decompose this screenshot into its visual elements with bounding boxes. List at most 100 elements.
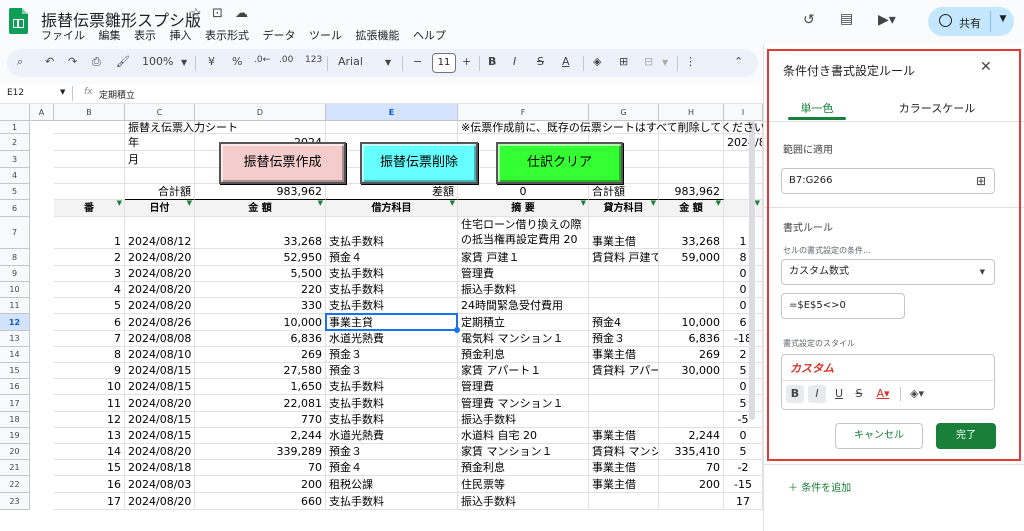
cell[interactable] (54, 184, 125, 200)
table-cell[interactable]: 管理費 (458, 379, 589, 395)
row-header-5[interactable]: 5 (0, 184, 30, 200)
table-cell[interactable]: 22,081 (195, 395, 326, 412)
table-cell[interactable]: 2024/08/10 (125, 347, 195, 363)
cell[interactable] (659, 151, 724, 168)
underline-icon[interactable]: U (830, 385, 848, 403)
column-header-h[interactable]: H (659, 104, 724, 121)
table-cell[interactable]: 13 (54, 428, 125, 444)
table-cell[interactable]: 11 (54, 395, 125, 412)
table-cell[interactable]: 335,410 (659, 444, 724, 460)
cancel-button[interactable]: キャンセル (835, 423, 923, 449)
menu-insert[interactable]: 挿入 (170, 29, 192, 42)
table-cell[interactable]: 2024/08/08 (125, 331, 195, 347)
font-size-input[interactable]: 11 (432, 53, 456, 73)
row-header-12[interactable]: 12 (0, 314, 30, 331)
tab-single-color[interactable]: 単一色 (788, 100, 846, 116)
currency-format[interactable]: ¥ (208, 55, 215, 68)
table-cell[interactable]: 管理費 (458, 266, 589, 282)
table-cell[interactable]: 30,000 (659, 363, 724, 379)
merge-cells-icon[interactable]: ⊟ (644, 55, 653, 68)
row-header-19[interactable]: 19 (0, 428, 30, 444)
table-cell[interactable]: 17 (54, 493, 125, 510)
table-cell[interactable]: 2024/08/20 (125, 298, 195, 314)
table-cell[interactable]: 支払手数料 (326, 379, 458, 395)
share-button[interactable]: 共有 ▼ (928, 7, 1014, 36)
condition-select[interactable]: カスタム数式 ▼ (781, 259, 995, 285)
table-cell[interactable]: 賃貸料 アパート１ (589, 363, 659, 379)
font-dropdown-icon[interactable]: ▼ (385, 58, 391, 67)
table-cell[interactable]: 269 (659, 347, 724, 363)
table-cell[interactable]: 預金４ (326, 460, 458, 476)
cell[interactable]: 年 (125, 134, 195, 151)
menu-edit[interactable]: 編集 (99, 29, 121, 42)
cell[interactable]: 0 (458, 184, 589, 200)
row-header-20[interactable]: 20 (0, 444, 30, 460)
table-cell[interactable]: 預金３ (326, 347, 458, 363)
table-cell[interactable]: 220 (195, 282, 326, 298)
table-cell[interactable]: 家賃 アパート１ (458, 363, 589, 379)
fill-color-icon[interactable]: ◈▾ (904, 385, 930, 403)
table-cell[interactable] (659, 412, 724, 428)
table-cell[interactable]: 水道光熱費 (326, 428, 458, 444)
column-header-c[interactable]: C (125, 104, 195, 121)
row-header-1[interactable]: 1 (0, 121, 30, 134)
spreadsheet-grid[interactable]: A B C D E F G H I 1 2 3 4 5 6 7 8 9 10 11 12 13 14 15 16 17 18 19 20… (0, 104, 763, 531)
table-cell[interactable]: 預金4 (589, 314, 659, 331)
move-folder-icon[interactable]: ⊡ (212, 6, 223, 21)
table-cell[interactable]: 2024/08/20 (125, 444, 195, 460)
cell[interactable] (724, 314, 763, 331)
table-cell[interactable]: 事業主借 (589, 217, 659, 249)
table-cell[interactable]: 59,000 (659, 249, 724, 266)
fill-color-icon[interactable]: ◈ (593, 55, 601, 68)
text-color-icon[interactable]: A (562, 55, 570, 68)
comment-icon[interactable]: ▤ (840, 11, 853, 27)
menu-view[interactable]: 表示 (134, 29, 156, 42)
search-menus-icon[interactable]: ⌕ (17, 55, 23, 69)
cell[interactable]: 借方科目 ▼ (326, 200, 458, 217)
cell[interactable] (54, 121, 125, 134)
name-box[interactable]: E12 (7, 88, 24, 98)
column-header-g[interactable]: G (589, 104, 659, 121)
cell[interactable] (724, 428, 763, 444)
table-cell[interactable]: 振込手数料 (458, 412, 589, 428)
table-cell[interactable]: 15 (54, 460, 125, 476)
table-cell[interactable]: 事業主借 (589, 476, 659, 493)
row-header-10[interactable]: 10 (0, 282, 30, 298)
table-cell[interactable]: 賃貸料 戸建て１ (589, 249, 659, 266)
table-cell[interactable]: 家賃 戸建１ (458, 249, 589, 266)
cell[interactable] (724, 184, 763, 200)
cell[interactable]: 合計額 (589, 184, 659, 200)
italic-icon[interactable]: I (808, 385, 826, 403)
table-cell[interactable]: 7 (54, 331, 125, 347)
table-cell[interactable]: 2024/08/18 (125, 460, 195, 476)
table-cell[interactable]: 27,580 (195, 363, 326, 379)
bold-icon[interactable]: B (488, 55, 496, 68)
row-header-16[interactable]: 16 (0, 379, 30, 395)
table-cell[interactable] (589, 412, 659, 428)
table-cell[interactable]: 5,500 (195, 266, 326, 282)
filter-icon[interactable]: ▼ (716, 200, 721, 212)
table-cell[interactable]: 2024/08/20 (125, 493, 195, 510)
table-cell[interactable]: 6,836 (195, 331, 326, 347)
table-cell[interactable]: 10 (54, 379, 125, 395)
table-cell[interactable]: 330 (195, 298, 326, 314)
table-cell[interactable]: 水道料 自宅 20 (458, 428, 589, 444)
table-cell[interactable]: 770 (195, 412, 326, 428)
cell[interactable]: 差額 (326, 184, 458, 200)
table-cell[interactable]: 33,268 (659, 217, 724, 249)
cell[interactable] (724, 298, 763, 314)
select-range-icon[interactable]: ⊞ (976, 169, 986, 193)
cell[interactable]: ※伝票作成前に、既存の伝票シートはすべて削除してください。 (458, 121, 763, 134)
table-cell[interactable]: 事業主借 (589, 428, 659, 444)
table-cell[interactable]: 住宅ローン借り換えの際の抵当権再設定費用 20 (458, 217, 589, 249)
row-header-21[interactable]: 21 (0, 460, 30, 476)
meet-video-icon[interactable]: ▶▾ (878, 12, 896, 28)
table-cell[interactable]: 16 (54, 476, 125, 493)
table-cell[interactable]: 支払手数料 (326, 298, 458, 314)
table-cell[interactable]: 8 (54, 347, 125, 363)
row-header-13[interactable]: 13 (0, 331, 30, 347)
cell[interactable] (724, 168, 763, 184)
row-header-22[interactable]: 22 (0, 476, 30, 493)
table-cell[interactable] (659, 266, 724, 282)
cell[interactable] (724, 249, 763, 266)
